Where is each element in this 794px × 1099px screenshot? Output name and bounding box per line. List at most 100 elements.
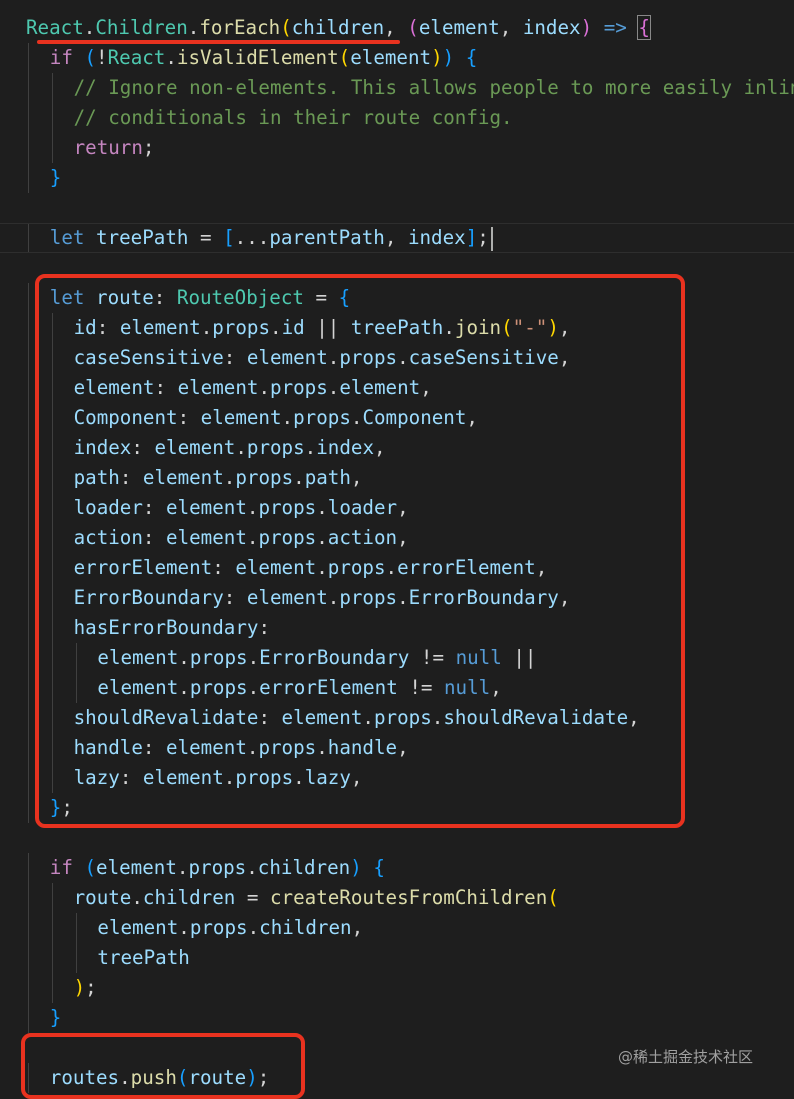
code-token: return [73, 136, 143, 159]
code-token: children [142, 886, 236, 909]
code-line[interactable]: route.children = createRoutesFromChildre… [0, 883, 794, 913]
code-token: , [499, 16, 523, 39]
code-token: parentPath [269, 226, 385, 249]
indent-guide [28, 883, 29, 913]
code-token: // conditionals in their route config. [73, 106, 513, 129]
code-token: } [49, 166, 62, 189]
code-token: ! [96, 46, 108, 69]
indent-guide [28, 433, 29, 463]
code-token: , [351, 916, 364, 939]
code-token: . [131, 886, 143, 909]
indent-guide [28, 553, 29, 583]
code-text: return; [74, 133, 155, 163]
indent-guide [28, 103, 29, 133]
code-token: index [407, 226, 466, 249]
indent-guide [28, 403, 29, 433]
code-text: ); [74, 973, 97, 1003]
code-token: forEach [199, 16, 281, 39]
code-text: treePath [97, 943, 189, 973]
code-token: isValidElement [176, 46, 339, 69]
code-token: => [603, 16, 627, 39]
code-token: element [96, 856, 177, 879]
code-token: Children [95, 16, 188, 39]
code-token: ; [477, 226, 489, 249]
indent-guide [28, 224, 29, 252]
indent-guide [28, 1003, 29, 1033]
code-token: [ [223, 226, 235, 249]
indent-guide [28, 73, 29, 103]
indent-guide [51, 103, 53, 133]
indent-guide [75, 943, 77, 973]
code-line[interactable] [0, 193, 794, 223]
highlight-box-routes-push [21, 1033, 305, 1099]
code-line[interactable]: return; [0, 133, 794, 163]
code-line[interactable]: // conditionals in their route config. [0, 103, 794, 133]
code-token: createRoutesFromChildren [270, 886, 548, 909]
code-token: // Ignore non-elements. This allows peop… [73, 76, 794, 99]
code-text: let treePath = [...parentPath, index]; [50, 224, 493, 252]
indent-guide [28, 283, 29, 313]
code-token: route [73, 886, 132, 909]
indent-guide [51, 133, 53, 163]
code-token: { [373, 856, 385, 879]
code-token: if [49, 856, 73, 879]
code-text: if (!React.isValidElement(element)) { [50, 43, 478, 73]
code-token: . [246, 856, 258, 879]
code-line[interactable]: React.Children.forEach(children, (elemen… [0, 13, 794, 43]
code-text: element.props.children, [97, 913, 363, 943]
code-token: ; [142, 136, 155, 159]
code-line[interactable]: element.props.children, [0, 913, 794, 943]
code-token: ] [465, 226, 478, 249]
code-line[interactable]: } [0, 1003, 794, 1033]
code-token: ( [84, 46, 97, 69]
indent-guide [51, 883, 53, 913]
code-line[interactable]: treePath [0, 943, 794, 973]
watermark: @稀土掘金技术社区 [618, 1048, 754, 1066]
indent-guide [51, 943, 53, 973]
code-token: { [465, 46, 478, 69]
code-token: = [235, 886, 270, 909]
code-token: ( [280, 16, 292, 39]
code-token: element [97, 916, 179, 939]
code-token: if [49, 46, 73, 69]
code-line[interactable]: if (!React.isValidElement(element)) { [0, 43, 794, 73]
code-token: children [257, 856, 351, 879]
code-token: ( [84, 856, 97, 879]
code-token: ; [85, 976, 97, 999]
code-line[interactable]: } [0, 163, 794, 193]
code-token: index [522, 16, 581, 39]
indent-guide [51, 913, 53, 943]
indent-guide [28, 793, 29, 823]
code-token: ) [431, 46, 443, 69]
indent-guide [28, 853, 29, 883]
code-token: props [188, 856, 247, 879]
code-token: . [187, 16, 200, 39]
text-cursor [490, 226, 493, 251]
code-line[interactable]: ); [0, 973, 794, 1003]
indent-guide [51, 973, 53, 1003]
code-token: { [637, 15, 651, 40]
code-line[interactable]: let treePath = [...parentPath, index]; [0, 223, 794, 253]
code-token: } [49, 1006, 62, 1029]
indent-guide [28, 673, 29, 703]
code-token: ( [547, 886, 559, 909]
indent-guide [28, 943, 29, 973]
code-line[interactable]: if (element.props.children) { [0, 853, 794, 883]
code-token: children [291, 16, 385, 39]
code-line[interactable]: // Ignore non-elements. This allows peop… [0, 73, 794, 103]
indent-guide [28, 733, 29, 763]
code-token: treePath [97, 946, 190, 969]
indent-guide [28, 463, 29, 493]
code-text: React.Children.forEach(children, (elemen… [26, 13, 651, 43]
highlight-box-route-object [35, 274, 685, 828]
indent-guide [28, 373, 29, 403]
code-text: // Ignore non-elements. This allows peop… [74, 73, 794, 103]
code-token: = [188, 226, 224, 249]
code-token: props [189, 916, 248, 939]
code-token: , [384, 16, 408, 39]
